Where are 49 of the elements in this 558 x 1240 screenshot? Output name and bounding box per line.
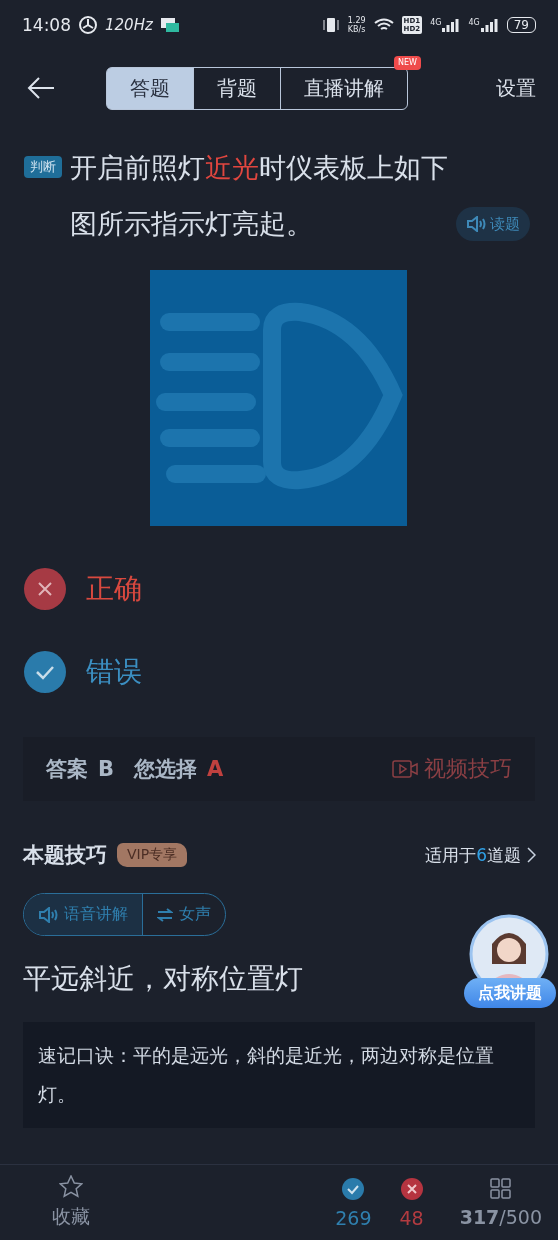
star-icon	[59, 1175, 83, 1198]
cross-icon	[399, 1176, 424, 1201]
chosen-answer: A	[207, 757, 224, 781]
progress-button[interactable]: 317/500	[459, 1177, 542, 1228]
correct-answer: B	[98, 757, 114, 781]
wifi-icon	[373, 18, 394, 32]
network-type: 4G	[468, 18, 480, 27]
clock: 14:08	[22, 16, 71, 34]
wrong-count[interactable]: 48	[399, 1176, 424, 1229]
signal-icon	[442, 18, 461, 32]
answer-option[interactable]: 错误	[86, 653, 142, 691]
signal-icon	[480, 18, 499, 32]
correct-count[interactable]: 269	[335, 1176, 372, 1229]
mode-tab[interactable]: 答题	[107, 67, 193, 109]
battery-level: 79	[506, 17, 536, 33]
video-tips-button[interactable]: 视频技巧	[392, 754, 512, 784]
section-title: 本题技巧	[23, 842, 107, 869]
new-badge: NEW	[394, 55, 421, 70]
network-speed: 1.29 KB/s	[347, 16, 366, 34]
check-icon	[341, 1176, 366, 1201]
answer-option[interactable]: 正确	[86, 570, 142, 608]
choice-label: 您选择	[134, 756, 197, 783]
question-text: 开启前照灯近光时仪表板上如下图所示指示灯亮起。	[70, 151, 448, 241]
voice-switch-button[interactable]: 女声	[142, 894, 225, 935]
video-icon	[392, 759, 418, 779]
voice-explain-button[interactable]: 语音讲解	[24, 894, 142, 935]
vibrate-icon	[321, 17, 340, 33]
back-arrow-icon[interactable]	[26, 76, 56, 100]
ask-tutor-button[interactable]: 点我讲题	[464, 978, 556, 1008]
swap-icon	[157, 907, 173, 922]
favorite-button[interactable]: 收藏	[52, 1175, 90, 1230]
tip-headline: 平远斜近，对称位置灯	[22, 961, 304, 997]
refresh-rate: 120Hz	[105, 17, 153, 33]
cross-icon	[24, 568, 66, 610]
message-icon	[160, 18, 179, 32]
settings-button[interactable]: 设置	[496, 74, 536, 102]
speaker-icon	[466, 216, 486, 232]
chevron-right-icon	[527, 847, 536, 863]
check-icon	[24, 651, 66, 693]
mode-tab[interactable]: 背题	[193, 67, 280, 109]
grid-icon	[489, 1177, 512, 1200]
network-type: 4G	[430, 18, 442, 27]
speaker-icon	[38, 906, 58, 923]
vip-badge: VIP专享	[117, 843, 188, 867]
question-type-tag: 判断	[24, 156, 62, 178]
mnemonic-text: 速记口诀：平的是远光，斜的是近光，两边对称是位置灯。	[23, 1022, 535, 1128]
answer-label: 答案	[46, 756, 88, 783]
read-aloud-button[interactable]: 读题	[456, 207, 530, 241]
applies-link[interactable]: 适用于6道题	[425, 843, 536, 867]
